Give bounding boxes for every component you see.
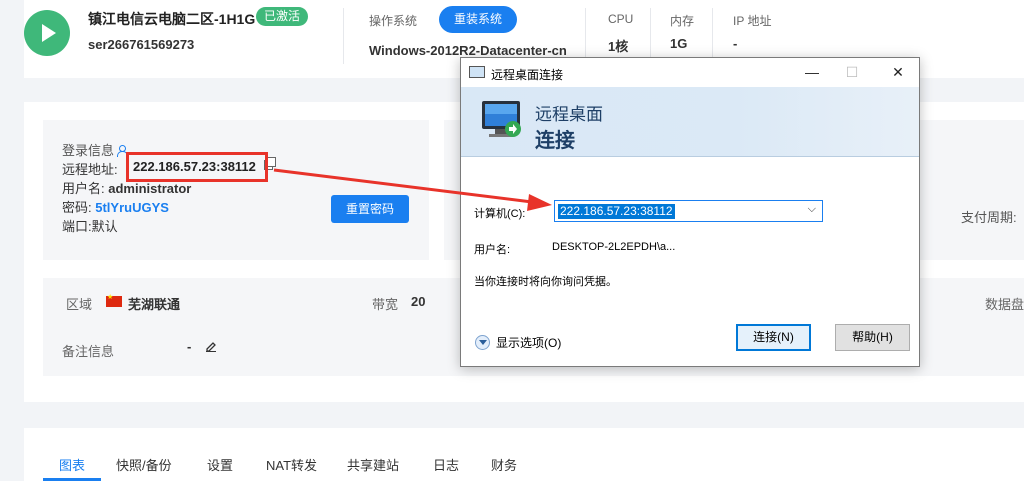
reset-password-button[interactable]: 重置密码	[331, 195, 409, 223]
username-value: administrator	[108, 181, 192, 196]
remote-desktop-dialog: 远程桌面连接 — ☐ ✕ 远程桌面 连接 计算机(C): 222.186.57.…	[460, 57, 920, 367]
divider	[585, 8, 586, 64]
remote-address-label: 远程地址:	[62, 162, 118, 177]
reinstall-button[interactable]: 重装系统	[439, 6, 517, 33]
tabs-card	[24, 428, 1024, 481]
port-row: 端口:默认	[62, 219, 118, 234]
memory-label: 内存	[670, 14, 695, 28]
tab-nat-forwarding[interactable]: NAT转发	[266, 455, 317, 474]
region-value: 芜湖联通	[128, 297, 181, 312]
tab-logs[interactable]: 日志	[433, 455, 459, 474]
minimize-button[interactable]: —	[797, 62, 827, 82]
server-name: 镇江电信云电脑二区-1H1G	[88, 11, 256, 27]
connect-button[interactable]: 连接(N)	[736, 324, 811, 351]
note-value: -	[187, 339, 192, 354]
bandwidth-label: 带宽	[372, 297, 399, 312]
status-badge: 已激活	[256, 7, 309, 26]
dialog-title: 远程桌面连接	[491, 68, 564, 82]
divider	[343, 8, 344, 64]
divider	[650, 8, 651, 64]
remote-desktop-app-icon	[469, 66, 485, 78]
port-value: 默认	[91, 219, 118, 234]
password-value: 5tlYruUGYS	[95, 200, 169, 215]
bandwidth-value: 20	[411, 294, 426, 309]
password-row: 密码: 5tlYruUGYS	[62, 200, 169, 215]
ip-value: -	[733, 36, 738, 51]
computer-value[interactable]: 222.186.57.23:38112	[558, 204, 675, 219]
pencil-icon[interactable]	[205, 340, 217, 352]
tab-settings[interactable]: 设置	[207, 455, 233, 474]
tab-finance[interactable]: 财务	[491, 455, 517, 474]
banner-title-line1: 远程桌面	[535, 105, 603, 124]
tab-chart[interactable]: 图表	[59, 455, 85, 474]
note-label: 备注信息	[62, 344, 115, 359]
username-label: 用户名:	[474, 244, 511, 256]
remote-monitor-icon	[482, 101, 521, 137]
divider	[712, 8, 713, 64]
memory-value: 1G	[670, 36, 688, 51]
close-button[interactable]: ✕	[883, 62, 913, 82]
region-label: 区域	[66, 297, 93, 312]
server-id: ser266761569273	[88, 37, 195, 52]
ip-label: IP 地址	[733, 14, 772, 28]
username-value: DESKTOP-2L2EPDH\a...	[552, 241, 676, 253]
show-options-toggle[interactable]: 显示选项(O)	[475, 334, 561, 351]
play-icon[interactable]	[24, 10, 70, 56]
tab-snapshot-backup[interactable]: 快照/备份	[116, 455, 172, 474]
dialog-titlebar[interactable]: 远程桌面连接 — ☐ ✕	[461, 58, 919, 87]
china-flag-icon	[106, 293, 122, 307]
credentials-note: 当你连接时将向你询问凭据。	[474, 276, 617, 288]
banner-title-line2: 连接	[535, 130, 575, 152]
cpu-label: CPU	[608, 12, 634, 26]
computer-combobox[interactable]: 222.186.57.23:38112 ⌵	[554, 200, 823, 222]
expand-options-icon[interactable]	[475, 335, 490, 350]
tab-shared-hosting[interactable]: 共享建站	[347, 455, 399, 474]
computer-label: 计算机(C):	[474, 208, 526, 220]
cpu-value: 1核	[608, 39, 629, 54]
dialog-banner: 远程桌面 连接	[461, 87, 919, 157]
data-disk-label: 数据盘	[985, 297, 1024, 312]
login-info-heading: 登录信息	[62, 140, 129, 159]
annotation-highlight-box	[126, 152, 268, 182]
os-value: Windows-2012R2-Datacenter-cn	[369, 43, 567, 58]
maximize-button[interactable]: ☐	[837, 62, 867, 82]
chevron-down-icon[interactable]: ⌵	[808, 203, 816, 216]
billing-cycle-label: 支付周期:	[961, 210, 1017, 225]
os-label: 操作系统	[369, 14, 418, 28]
help-button[interactable]: 帮助(H)	[835, 324, 910, 351]
